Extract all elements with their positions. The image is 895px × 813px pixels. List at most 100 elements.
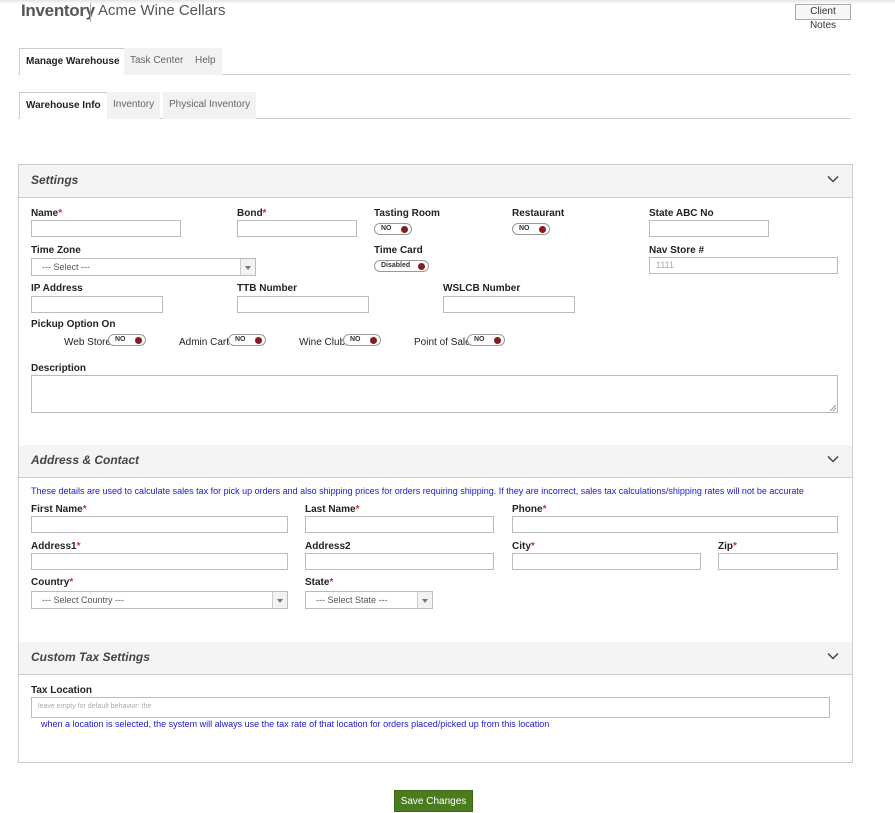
tax-divider [19,674,852,675]
address2-label: Address2 [305,541,351,552]
description-label: Description [31,363,87,374]
last-name-label: Last Name* [305,504,360,515]
state-abc-label: State ABC No [649,208,714,219]
tab-inventory[interactable]: Inventory [107,92,161,119]
state-abc-input[interactable] [649,220,769,237]
country-selected: --- Select Country --- [42,595,125,605]
address-section-header[interactable]: Address & Contact [19,445,852,477]
page-title: Inventory [21,1,95,20]
state-select[interactable]: --- Select State --- [305,591,433,609]
nav-store-label: Nav Store # [649,245,705,256]
pickup-wineclub-label: Wine Club [299,337,346,348]
tab-task-center[interactable]: Task Center [124,48,190,75]
chevron-down-icon[interactable] [826,452,840,466]
toggle-knob [370,337,377,344]
toggle-text: NO [350,336,361,343]
tax-info-text: when a location is selected, the system … [41,719,550,729]
phone-input[interactable] [512,516,838,533]
tab-manage-warehouse[interactable]: Manage Warehouse [19,48,127,75]
settings-divider [19,197,852,198]
tasting-room-toggle[interactable]: NO [374,223,412,235]
state-selected: --- Select State --- [316,595,388,605]
pickup-label: Pickup Option On [31,319,116,330]
tax-location-placeholder: leave empty for default behavior: the [38,703,152,710]
save-changes-button[interactable]: Save Changes [394,790,473,812]
bond-input[interactable] [237,220,357,237]
chevron-down-icon[interactable] [826,172,840,186]
settings-section-header[interactable]: Settings [19,165,852,197]
pickup-webstore-label: Web Store [64,337,112,348]
address-title: Address & Contact [31,453,140,467]
wslcb-label: WSLCB Number [443,283,521,294]
state-label: State* [305,577,334,588]
pickup-admincart-toggle[interactable]: NO [228,334,266,346]
pickup-admincart-label: Admin Cart [179,337,230,348]
pickup-pos-toggle[interactable]: NO [467,334,505,346]
toggle-text: NO [519,225,530,232]
city-input[interactable] [512,553,701,570]
toggle-text: NO [115,336,126,343]
wslcb-input[interactable] [443,296,575,313]
pickup-pos-label: Point of Sale [414,337,471,348]
toggle-knob [255,337,262,344]
tab-physical-inventory[interactable]: Physical Inventory [163,92,257,119]
first-name-input[interactable] [31,516,288,533]
tax-section-header[interactable]: Custom Tax Settings [19,642,852,674]
dropdown-arrow-icon [272,592,287,608]
client-notes-button[interactable]: Client Notes [795,4,851,31]
address1-label: Address1* [31,541,81,552]
nav-store-placeholder: 1111 [656,260,675,270]
tax-location-input[interactable]: leave empty for default behavior: the [31,697,830,718]
toggle-text: NO [474,336,485,343]
name-input[interactable] [31,220,181,237]
toggle-knob [418,263,425,270]
resize-grip-icon[interactable] [830,405,836,411]
dropdown-arrow-icon [417,592,432,608]
tab-help[interactable]: Help [189,48,222,75]
ip-input[interactable] [31,296,163,313]
toggle-knob [135,337,142,344]
timecard-label: Time Card [374,245,423,256]
company-name: Acme Wine Cellars [98,2,226,19]
description-textarea[interactable] [31,375,838,413]
timezone-label: Time Zone [31,245,81,256]
country-select[interactable]: --- Select Country --- [31,591,288,609]
pickup-webstore-toggle[interactable]: NO [108,334,146,346]
country-label: Country* [31,577,74,588]
address1-input[interactable] [31,553,288,570]
tab-warehouse-info[interactable]: Warehouse Info [19,92,108,119]
toggle-text: NO [235,336,246,343]
settings-title: Settings [31,173,79,187]
chevron-down-icon[interactable] [826,649,840,663]
address-info-text: These details are used to calculate sale… [31,486,804,496]
toggle-knob [494,337,501,344]
tax-location-label: Tax Location [31,685,92,696]
name-label: Name* [31,208,63,219]
address2-input[interactable] [305,553,494,570]
timezone-select[interactable]: --- Select --- [31,258,256,276]
timecard-toggle[interactable]: Disabled [374,260,429,272]
tax-title: Custom Tax Settings [31,650,150,664]
restaurant-toggle[interactable]: NO [512,223,550,235]
pickup-wineclub-toggle[interactable]: NO [343,334,381,346]
last-name-input[interactable] [305,516,494,533]
city-label: City* [512,541,535,552]
ttb-label: TTB Number [237,283,297,294]
toggle-knob [539,226,546,233]
address-divider [19,477,852,478]
zip-label: Zip* [718,541,737,552]
toggle-text: Disabled [381,262,411,269]
phone-label: Phone* [512,504,547,515]
toggle-knob [401,226,408,233]
tasting-room-label: Tasting Room [374,208,440,219]
zip-input[interactable] [718,553,838,570]
bond-label: Bond* [237,208,267,219]
dropdown-arrow-icon [240,259,255,275]
nav-store-input[interactable]: 1111 [649,257,838,274]
ttb-input[interactable] [237,296,369,313]
ip-label: IP Address [31,283,83,294]
timezone-selected: --- Select --- [42,262,90,272]
first-name-label: First Name* [31,504,87,515]
toggle-text: NO [381,225,392,232]
title-separator [90,3,91,22]
